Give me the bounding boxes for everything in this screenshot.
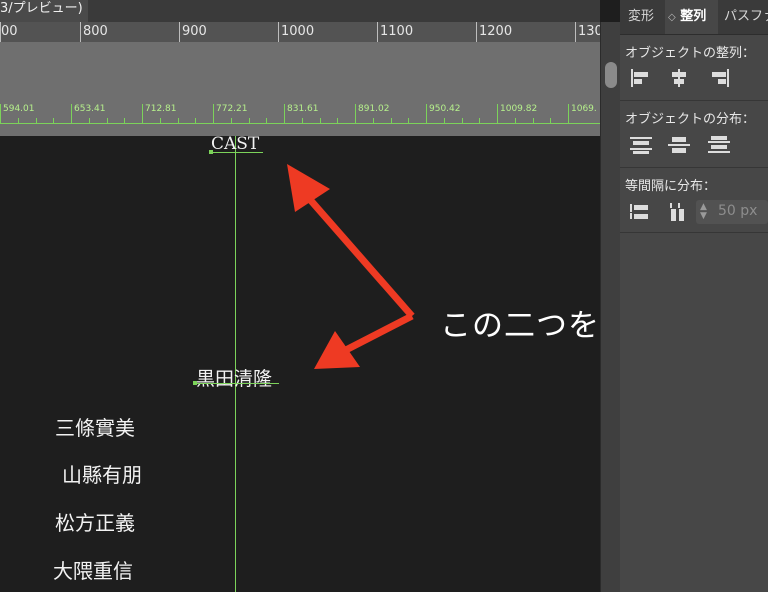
tab-toggle-icon: ◇ — [668, 12, 676, 23]
align-horizontal-center-icon[interactable] — [666, 67, 692, 89]
section-divider — [620, 232, 768, 233]
tab-transform[interactable]: 変形 — [628, 0, 666, 34]
distribute-top-icon[interactable] — [628, 134, 654, 156]
distribute-vertical-spacing-icon[interactable] — [628, 201, 654, 223]
stepper-arrows-icon[interactable]: ▲ ▼ — [700, 203, 707, 221]
panel-tab-bar: 変形 ◇ 整列 パスファ — [620, 0, 768, 35]
distribute-bottom-icon[interactable] — [706, 134, 732, 156]
tab-pathfinder[interactable]: パスファ — [724, 0, 768, 34]
align-left-icon[interactable] — [628, 67, 654, 89]
scrollbar-thumb[interactable] — [605, 62, 617, 88]
spacing-value: 50 px — [718, 203, 758, 219]
align-right-icon[interactable] — [706, 67, 732, 89]
arrow-down-shaft — [340, 312, 414, 356]
tab-pathfinder-label: パスファ — [724, 9, 768, 24]
arrow-up-head — [287, 164, 330, 212]
align-section-title: オブジェクトの整列： — [625, 46, 756, 61]
annotation-arrows — [287, 164, 415, 369]
arrow-up-shaft — [303, 192, 415, 319]
properties-panel: 変形 ◇ 整列 パスファ オブジェクトの整列： オブジェクトの分布： 等間隔に分… — [620, 0, 768, 592]
tab-align-label: 整列 — [680, 9, 707, 24]
tab-transform-label: 変形 — [628, 9, 655, 24]
section-divider — [620, 100, 768, 101]
tab-align[interactable]: ◇ 整列 — [665, 0, 718, 34]
section-divider — [620, 167, 768, 168]
distribute-vertical-center-icon[interactable] — [666, 134, 692, 156]
distribute-section-title: オブジェクトの分布： — [625, 112, 756, 127]
vertical-scrollbar[interactable] — [600, 22, 621, 592]
distribute-horizontal-spacing-icon[interactable] — [666, 201, 692, 223]
spacing-section-title: 等間隔に分布： — [625, 179, 717, 194]
spacing-value-stepper[interactable]: ▲ ▼ 50 px — [696, 200, 768, 224]
